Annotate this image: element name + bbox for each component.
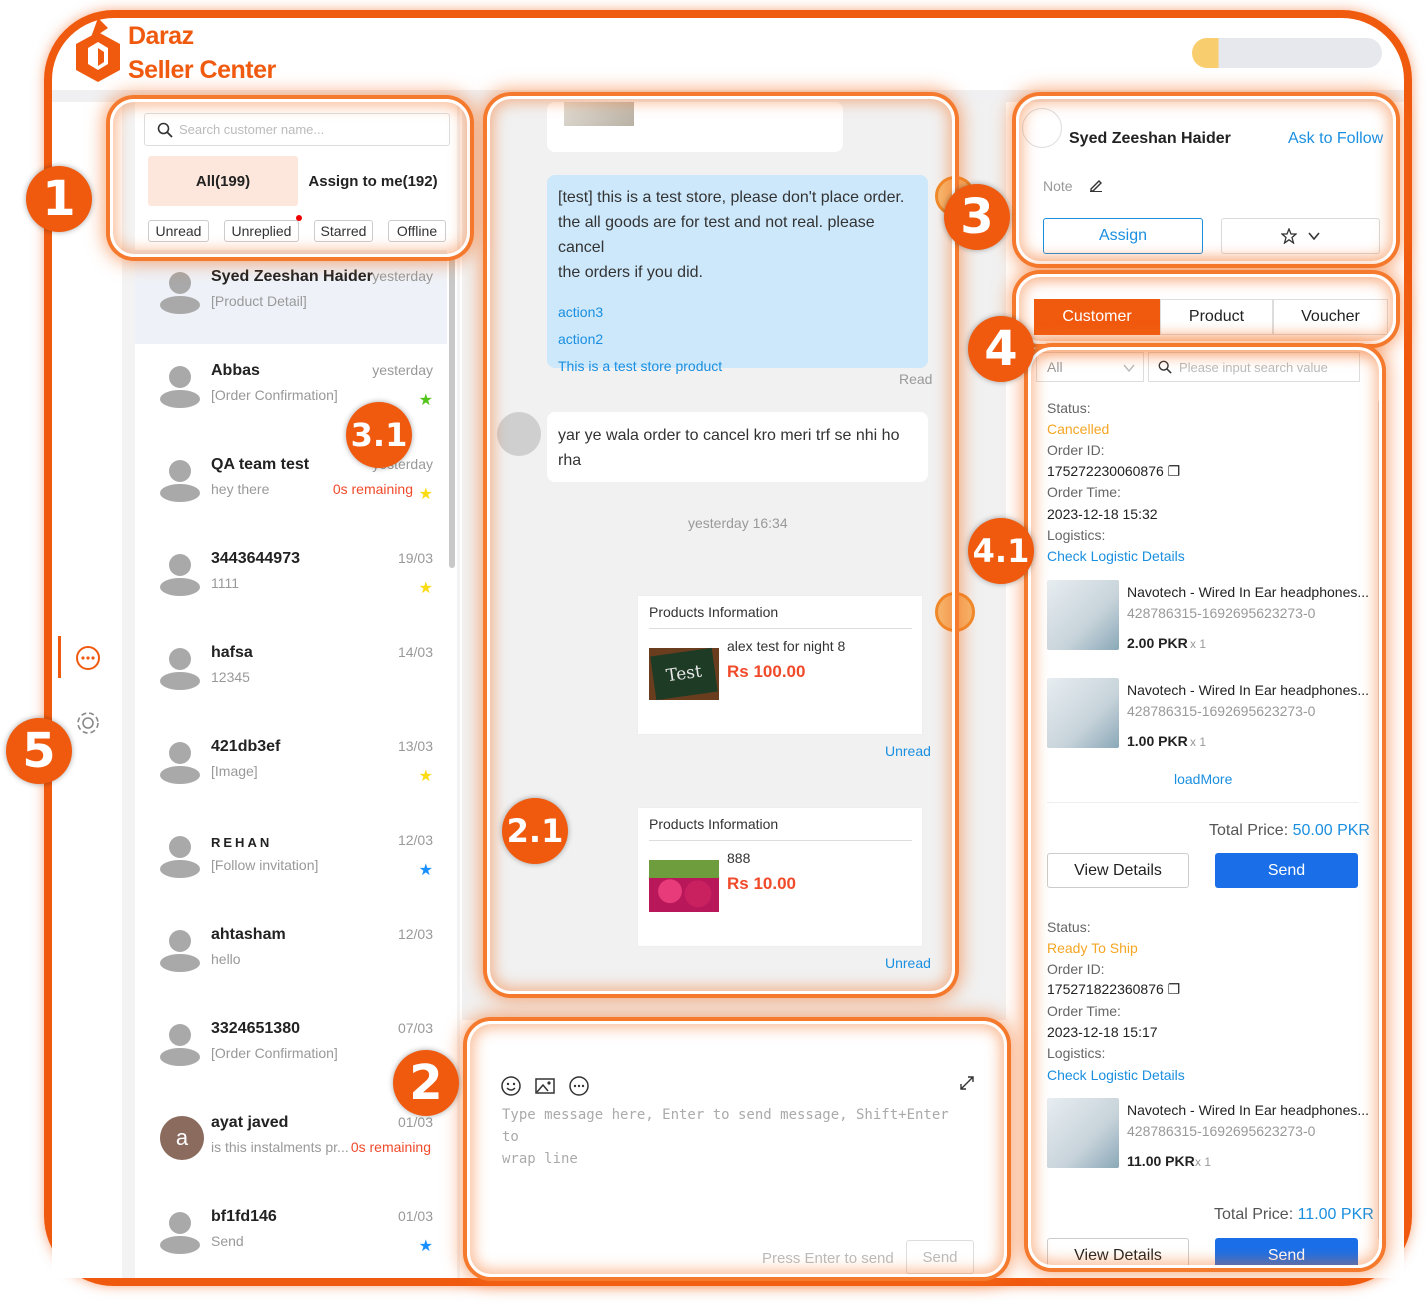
star-icon[interactable]: ★ xyxy=(419,484,433,504)
annotation-badge-2-1: 2.1 xyxy=(502,798,568,864)
conversation-preview: is this instalments pr... xyxy=(211,1139,349,1155)
remaining-time: 0s remaining xyxy=(332,481,413,497)
conversation-item[interactable]: Syed Zeeshan Haider yesterday [Product Det… xyxy=(135,250,447,344)
conversation-time: 01/03 xyxy=(397,1114,433,1130)
conversation-scrollbar[interactable] xyxy=(449,258,455,568)
avatar xyxy=(160,554,200,600)
highlight-box-4 xyxy=(1016,274,1396,344)
conversation-preview: 12345 xyxy=(211,669,250,685)
settings-icon[interactable] xyxy=(72,707,104,739)
conversation-time: 12/03 xyxy=(397,926,433,942)
conversation-item[interactable]: REHAN 12/03 [Follow invitation] ★ xyxy=(135,814,447,908)
highlight-box-2 xyxy=(467,1021,1007,1277)
conversation-preview: [Follow invitation] xyxy=(211,857,319,873)
conversation-name: ahtasham xyxy=(211,926,286,943)
chat-icon[interactable] xyxy=(72,642,104,674)
star-icon[interactable]: ★ xyxy=(419,766,433,786)
conversation-preview: [Order Confirmation] xyxy=(211,1045,338,1061)
avatar xyxy=(160,366,200,412)
daraz-logo-icon xyxy=(76,18,120,82)
nav-active-indicator xyxy=(58,636,61,678)
avatar xyxy=(160,1212,200,1258)
avatar xyxy=(160,742,200,788)
conversation-name: QA team test xyxy=(211,456,310,473)
conversation-time: 01/03 xyxy=(397,1208,433,1224)
conversation-preview: 1111 xyxy=(211,575,240,591)
annotation-badge-5: 5 xyxy=(6,718,72,784)
highlight-box-2-1 xyxy=(487,96,955,994)
conversation-item[interactable]: 421db3ef 13/03 [Image] ★ xyxy=(135,720,447,814)
annotation-badge-1: 1 xyxy=(26,166,92,232)
highlight-box-3 xyxy=(1016,96,1396,264)
conversation-name: bf1fd146 xyxy=(211,1208,277,1225)
conversation-item[interactable]: a ayat javed 01/03 is this instalments pr..… xyxy=(135,1096,447,1190)
conversation-time: 19/03 xyxy=(397,550,433,566)
highlight-box-4-1 xyxy=(1028,347,1382,1268)
conversation-preview: [Order Confirmation] xyxy=(211,387,338,403)
conversation-name: 3443644973 xyxy=(211,550,300,567)
conversation-item[interactable]: hafsa 14/03 12345 xyxy=(135,626,447,720)
conversation-name: REHAN xyxy=(211,835,273,850)
highlight-box-1 xyxy=(110,99,470,257)
conversation-preview: [Product Detail] xyxy=(211,293,307,309)
conversation-name: ayat javed xyxy=(211,1114,289,1131)
conversation-time: yesterday xyxy=(372,268,433,284)
avatar xyxy=(160,460,200,506)
conversation-name: 3324651380 xyxy=(211,1020,300,1037)
logo: Daraz Seller Center xyxy=(74,18,276,88)
brand-line1: Daraz xyxy=(128,22,194,50)
avatar xyxy=(160,930,200,976)
brand-line2: Seller Center xyxy=(128,56,276,84)
avatar xyxy=(160,836,200,882)
conversation-preview: hey there xyxy=(211,481,270,497)
annotation-badge-4: 4 xyxy=(968,316,1034,382)
conversation-name: Syed Zeeshan Haider xyxy=(211,268,373,285)
conversation-name: hafsa xyxy=(211,644,253,661)
conversation-name: 421db3ef xyxy=(211,738,281,755)
conversation-time: yesterday xyxy=(372,362,433,378)
conversation-preview: hello xyxy=(211,951,241,967)
conversation-time: 14/03 xyxy=(397,644,433,660)
avatar xyxy=(160,272,200,318)
annotation-badge-3: 3 xyxy=(944,184,1010,250)
conversation-time: 07/03 xyxy=(397,1020,433,1036)
star-icon[interactable]: ★ xyxy=(419,390,433,410)
conversation-name: Abbas xyxy=(211,362,260,379)
star-icon[interactable]: ★ xyxy=(419,1236,433,1256)
conversation-item[interactable]: 3443644973 19/03 1111 ★ xyxy=(135,532,447,626)
avatar: a xyxy=(160,1116,204,1160)
conversation-preview: Send xyxy=(211,1233,244,1249)
avatar xyxy=(160,1024,200,1070)
remaining-time: 0s remaining xyxy=(350,1139,431,1155)
conversation-item[interactable]: bf1fd146 01/03 Send ★ xyxy=(135,1190,447,1284)
annotation-badge-3-1: 3.1 xyxy=(346,402,412,468)
conversation-item[interactable]: ahtasham 12/03 hello xyxy=(135,908,447,1002)
conversation-preview: [Image] xyxy=(211,763,258,779)
left-nav xyxy=(52,102,122,1278)
annotation-badge-4-1: 4.1 xyxy=(968,518,1034,584)
annotation-badge-2: 2 xyxy=(393,1050,459,1116)
avatar xyxy=(160,648,200,694)
star-icon[interactable]: ★ xyxy=(419,578,433,598)
star-icon[interactable]: ★ xyxy=(419,860,433,880)
conversation-time: 13/03 xyxy=(397,738,433,754)
conversation-time: 12/03 xyxy=(397,832,433,848)
user-account-blurred[interactable] xyxy=(1192,38,1382,68)
